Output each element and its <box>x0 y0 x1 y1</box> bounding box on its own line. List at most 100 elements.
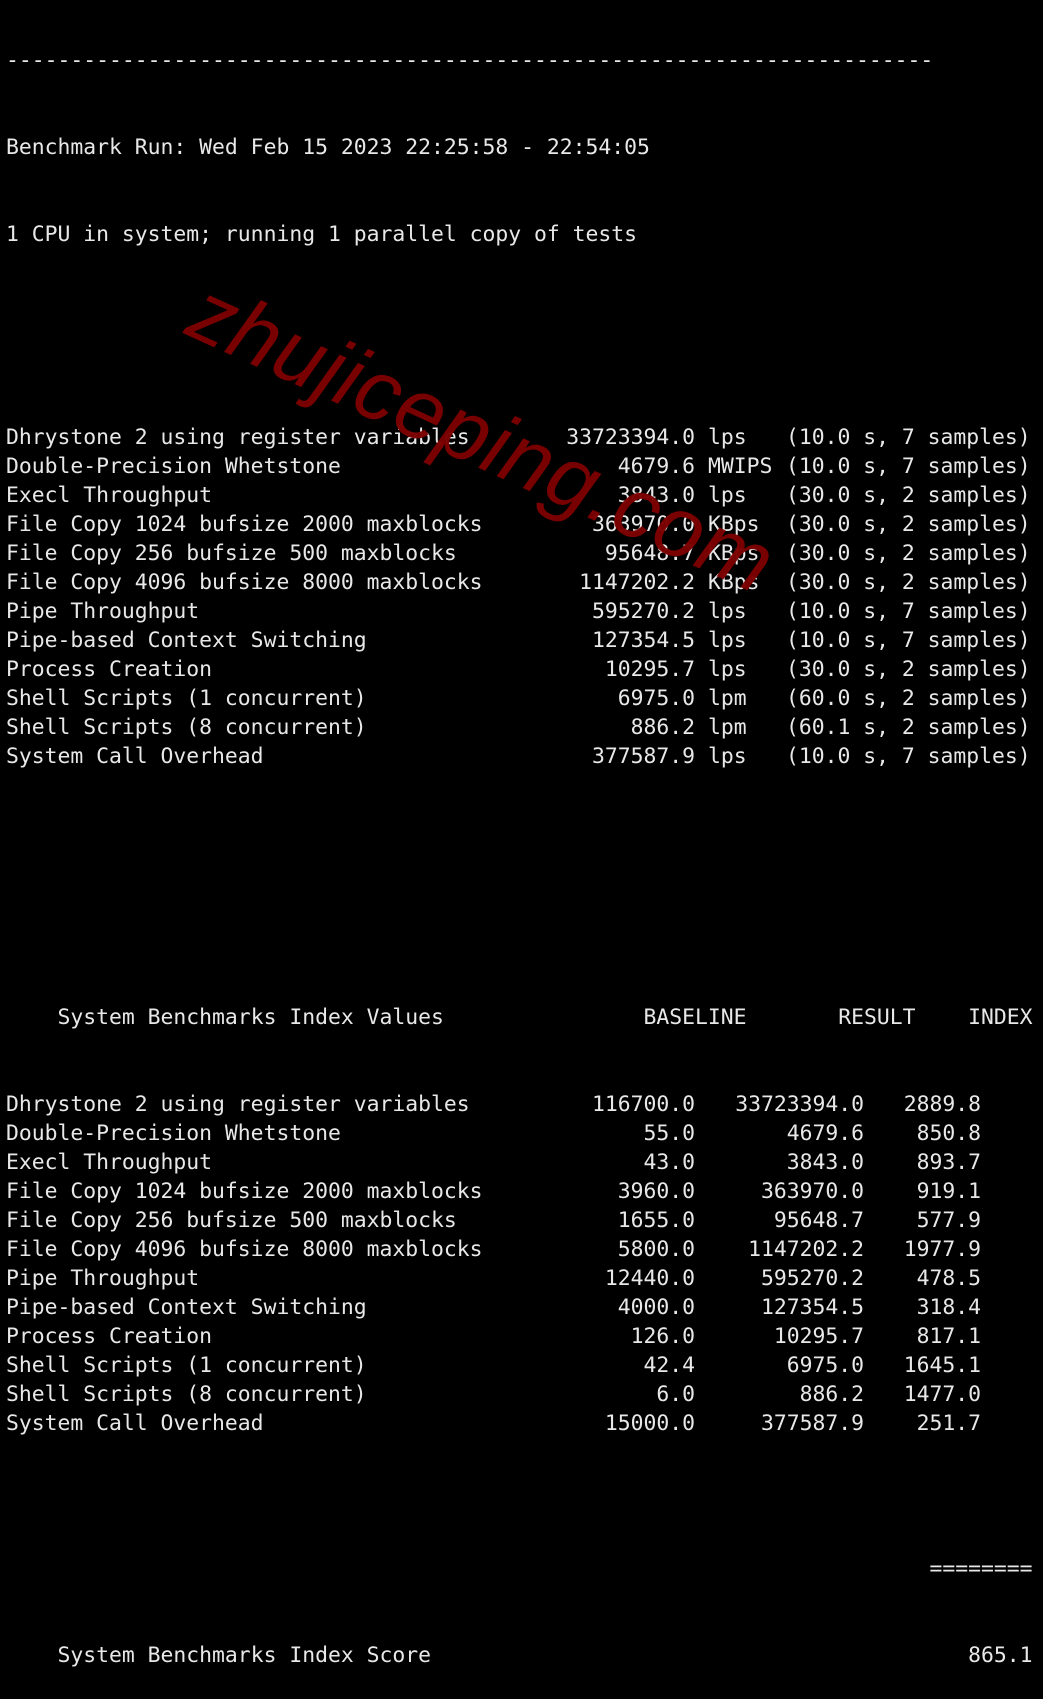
result-detail: (30.0 s, 2 samples) <box>786 570 1031 595</box>
index-row-index: 919.1 <box>916 1179 981 1204</box>
result-detail: (60.0 s, 2 samples) <box>786 686 1031 711</box>
result-unit: lps <box>708 628 747 653</box>
index-row-name: File Copy 1024 bufsize 2000 maxblocks <box>6 1179 483 1204</box>
result-value: 1147202.2 <box>579 570 695 595</box>
index-row-baseline: 5800.0 <box>617 1237 695 1262</box>
index-score-label: System Benchmarks Index Score <box>57 1643 431 1668</box>
index-row: File Copy 256 bufsize 500 maxblocks 1655.… <box>6 1206 1033 1235</box>
result-value: 6975.0 <box>617 686 695 711</box>
index-row-index: 478.5 <box>916 1266 981 1291</box>
result-value: 377587.9 <box>591 744 695 769</box>
result-row: System Call Overhead 377587.9 lps (10.0 s, … <box>6 742 1033 771</box>
result-name: System Call Overhead <box>6 744 264 769</box>
index-row: System Call Overhead 15000.0 377587.9 251.7 <box>6 1409 1033 1438</box>
index-row: Pipe Throughput 12440.0 595270.2 478.5 <box>6 1264 1033 1293</box>
index-row-name: Process Creation <box>6 1324 213 1349</box>
index-row-index: 2889.8 <box>903 1092 981 1117</box>
header-baseline: BASELINE <box>643 1005 747 1030</box>
result-name: File Copy 1024 bufsize 2000 maxblocks <box>6 512 483 537</box>
index-row: Dhrystone 2 using register variables 1167… <box>6 1090 1033 1119</box>
result-row: Shell Scripts (8 concurrent) 886.2 lpm (60.… <box>6 713 1033 742</box>
index-row-baseline: 43.0 <box>643 1150 695 1175</box>
result-unit: lpm <box>708 715 747 740</box>
result-value: 363970.0 <box>591 512 695 537</box>
index-row-baseline: 6.0 <box>656 1382 695 1407</box>
result-name: Pipe-based Context Switching <box>6 628 367 653</box>
index-rule: ======== <box>929 1556 1033 1581</box>
index-row-result: 6975.0 <box>786 1353 864 1378</box>
result-name: File Copy 256 bufsize 500 maxblocks <box>6 541 457 566</box>
cpu-info-line: 1 CPU in system; running 1 parallel copy… <box>6 222 638 247</box>
result-unit: lps <box>708 744 747 769</box>
index-row: Pipe-based Context Switching 4000.0 127354… <box>6 1293 1033 1322</box>
result-row: Pipe Throughput 595270.2 lps (10.0 s, 7 sam… <box>6 597 1033 626</box>
result-name: Execl Throughput <box>6 483 213 508</box>
index-table-body: Dhrystone 2 using register variables 1167… <box>6 1090 1033 1438</box>
index-score-value: 865.1 <box>968 1643 1033 1668</box>
index-row-result: 595270.2 <box>760 1266 864 1291</box>
index-row-baseline: 55.0 <box>643 1121 695 1146</box>
index-row-baseline: 126.0 <box>630 1324 695 1349</box>
index-row: Execl Throughput 43.0 3843.0 893.7 <box>6 1148 1033 1177</box>
result-detail: (10.0 s, 7 samples) <box>786 599 1031 624</box>
index-row-result: 886.2 <box>799 1382 864 1407</box>
index-row-index: 577.9 <box>916 1208 981 1233</box>
index-row-name: Execl Throughput <box>6 1150 213 1175</box>
index-rule-line: ======== <box>6 1525 1032 1581</box>
result-detail: (30.0 s, 2 samples) <box>786 657 1031 682</box>
index-row-result: 3843.0 <box>786 1150 864 1175</box>
result-value: 33723394.0 <box>566 425 695 450</box>
result-detail: (10.0 s, 7 samples) <box>786 628 1031 653</box>
result-row: Double-Precision Whetstone 4679.6 MWIPS (10… <box>6 452 1033 481</box>
index-row-index: 893.7 <box>916 1150 981 1175</box>
index-row-name: Dhrystone 2 using register variables <box>6 1092 470 1117</box>
index-row-index: 1645.1 <box>903 1353 981 1378</box>
result-row: Execl Throughput 3843.0 lps (30.0 s, 2 samp… <box>6 481 1033 510</box>
index-row-name: Pipe-based Context Switching <box>6 1295 367 1320</box>
result-detail: (60.1 s, 2 samples) <box>786 715 1031 740</box>
header-result: RESULT <box>838 1005 916 1030</box>
index-row-baseline: 4000.0 <box>617 1295 695 1320</box>
index-table-header: System Benchmarks Index Values BASELINE RE… <box>6 974 1033 1030</box>
index-row-result: 1147202.2 <box>748 1237 864 1262</box>
terminal-output: ----------------------------------------… <box>6 0 1033 1670</box>
index-row-index: 817.1 <box>916 1324 981 1349</box>
index-row: Double-Precision Whetstone 55.0 4679.6 850.… <box>6 1119 1033 1148</box>
result-detail: (10.0 s, 7 samples) <box>786 454 1031 479</box>
index-row-index: 251.7 <box>916 1411 981 1436</box>
result-row: Shell Scripts (1 concurrent) 6975.0 lpm (60… <box>6 684 1033 713</box>
index-row: File Copy 4096 bufsize 8000 maxblocks 580… <box>6 1235 1033 1264</box>
result-unit: lps <box>708 599 747 624</box>
result-detail: (30.0 s, 2 samples) <box>786 483 1031 508</box>
result-value: 595270.2 <box>591 599 695 624</box>
result-unit: lps <box>708 657 747 682</box>
header-index: INDEX <box>968 1005 1033 1030</box>
result-row: File Copy 4096 bufsize 8000 maxblocks 114… <box>6 568 1033 597</box>
result-value: 95648.7 <box>604 541 695 566</box>
result-row: Process Creation 10295.7 lps (30.0 s, 2 sam… <box>6 655 1033 684</box>
result-detail: (10.0 s, 7 samples) <box>786 425 1031 450</box>
result-name: Double-Precision Whetstone <box>6 454 341 479</box>
index-row-index: 318.4 <box>916 1295 981 1320</box>
index-row-name: System Call Overhead <box>6 1411 264 1436</box>
benchmark-run-line: Benchmark Run: Wed Feb 15 2023 22:25:58 … <box>6 135 650 160</box>
index-row-index: 1477.0 <box>903 1382 981 1407</box>
index-row-baseline: 15000.0 <box>604 1411 695 1436</box>
index-row-result: 95648.7 <box>773 1208 864 1233</box>
result-detail: (30.0 s, 2 samples) <box>786 541 1031 566</box>
result-name: Process Creation <box>6 657 213 682</box>
result-value: 3843.0 <box>617 483 695 508</box>
index-row-name: Shell Scripts (8 concurrent) <box>6 1382 367 1407</box>
result-value: 886.2 <box>630 715 695 740</box>
index-row: Shell Scripts (1 concurrent) 42.4 6975.0 16… <box>6 1351 1033 1380</box>
result-name: File Copy 4096 bufsize 8000 maxblocks <box>6 570 483 595</box>
index-row-name: Double-Precision Whetstone <box>6 1121 341 1146</box>
result-row: File Copy 256 bufsize 500 maxblocks 95648… <box>6 539 1033 568</box>
result-unit: lpm <box>708 686 747 711</box>
result-value: 10295.7 <box>604 657 695 682</box>
result-unit: KBps <box>708 512 760 537</box>
index-row-baseline: 3960.0 <box>617 1179 695 1204</box>
index-row: Shell Scripts (8 concurrent) 6.0 886.2 1477… <box>6 1380 1033 1409</box>
index-row-baseline: 12440.0 <box>604 1266 695 1291</box>
index-row-baseline: 116700.0 <box>591 1092 695 1117</box>
